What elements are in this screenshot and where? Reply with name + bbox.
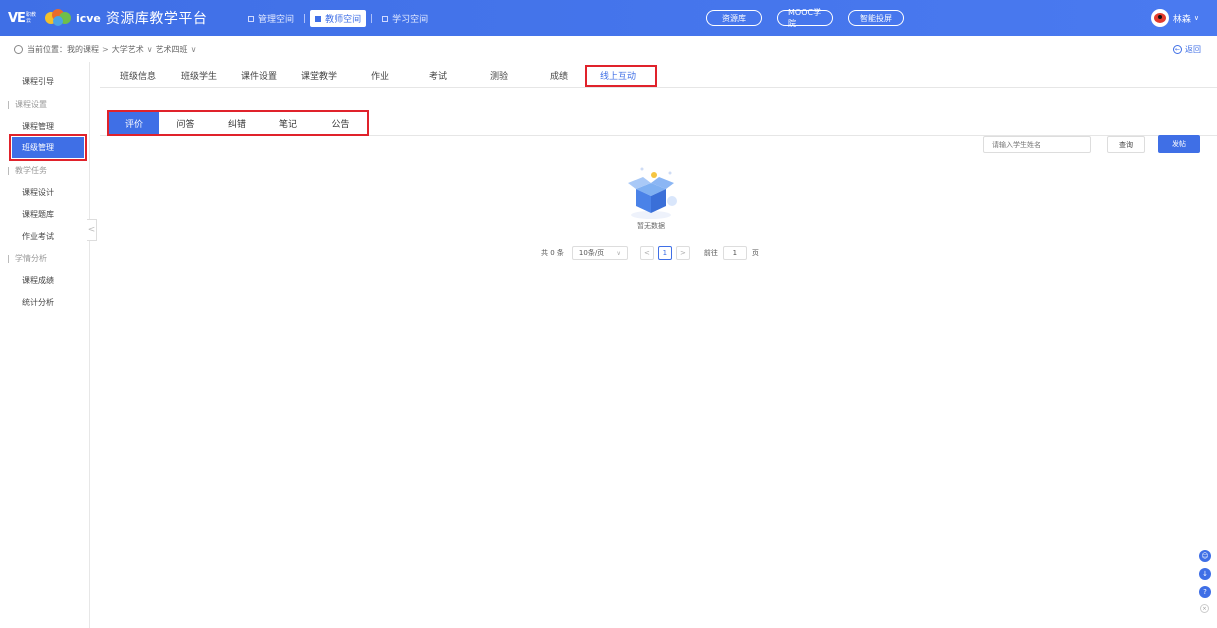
tab-grades[interactable]: 成绩 <box>550 69 568 82</box>
breadcrumb-prefix: 当前位置： <box>27 45 67 54</box>
cloud-download-icon[interactable]: ↓ <box>1199 568 1211 580</box>
space-switcher: 管理空间 | 教师空间 | 学习空间 <box>243 10 433 27</box>
tab-courseware-settings[interactable]: 课件设置 <box>241 69 277 82</box>
help-icon[interactable]: ? <box>1199 586 1211 598</box>
sidebar-item-question-bank[interactable]: 课程题库 <box>22 209 54 220</box>
manage-space-icon <box>248 15 254 22</box>
breadcrumb: 当前位置： 我的课程 > 大学艺术 ∨ 艺术四班 ∨ <box>14 44 199 55</box>
ve-logo-subtitle: 职教云 <box>25 12 36 24</box>
sidebar-item-course-manage[interactable]: 课程管理 <box>22 121 54 132</box>
space-study[interactable]: 学习空间 <box>377 10 433 27</box>
tab-exam[interactable]: 考试 <box>429 69 447 82</box>
sidebar-item-course-grades[interactable]: 课程成绩 <box>22 275 54 286</box>
goto-prefix: 前往 <box>703 249 718 257</box>
tab-class-students[interactable]: 班级学生 <box>181 69 217 82</box>
tab-class-info[interactable]: 班级信息 <box>120 69 156 82</box>
header-links: 资源库 MOOC学院 智能投屏 <box>706 8 919 28</box>
study-space-icon <box>382 15 389 22</box>
resource-library-button[interactable]: 资源库 <box>706 10 762 26</box>
sidebar-item-statistics[interactable]: 统计分析 <box>22 297 54 308</box>
user-name: 林森 <box>1172 14 1191 25</box>
sidebar-item-course-guide[interactable]: 课程引导 <box>22 76 54 87</box>
sidebar-group-teaching-tasks: 教学任务 <box>8 165 47 176</box>
breadcrumb-course[interactable]: 大学艺术 <box>112 44 144 55</box>
space-separator: | <box>370 13 374 24</box>
post-button[interactable]: 发帖 <box>1158 135 1200 153</box>
chevron-down-icon[interactable]: ∨ <box>191 45 197 54</box>
current-page-button[interactable]: 1 <box>657 246 672 260</box>
mooc-college-button[interactable]: MOOC学院 <box>777 8 833 28</box>
back-label: 返回 <box>1185 45 1201 54</box>
platform-logo[interactable]: VE 职教云 icve 资源库教学平台 <box>8 6 207 30</box>
top-navbar: VE 职教云 icve 资源库教学平台 管理空间 | 教师空间 | 学习空间 资… <box>0 0 1217 36</box>
app-title: 资源库教学平台 <box>105 11 208 27</box>
hands-logo-icon <box>44 9 71 26</box>
subtabs-highlight <box>107 110 369 136</box>
back-button[interactable]: ← 返回 <box>1173 44 1201 55</box>
sidebar-item-homework-exam[interactable]: 作业考试 <box>22 231 54 242</box>
sidebar-item-course-design[interactable]: 课程设计 <box>22 187 54 198</box>
chevron-right-icon: > <box>102 45 109 54</box>
user-menu[interactable]: 林森 ∨ <box>1150 9 1199 27</box>
icve-logo-text: icve <box>75 11 101 25</box>
empty-box-icon <box>628 167 677 219</box>
close-icon[interactable]: × <box>1200 604 1209 613</box>
sidebar-collapse-button[interactable]: < <box>87 219 97 241</box>
weibo-avatar-icon <box>1150 9 1169 27</box>
query-button[interactable]: 查询 <box>1107 136 1145 153</box>
chevron-down-icon: ∨ <box>616 249 621 257</box>
empty-state-text: 暂无数据 <box>637 222 665 230</box>
goto-suffix: 页 <box>751 249 759 257</box>
chevron-down-icon[interactable]: ∨ <box>147 45 153 54</box>
space-separator: | <box>303 13 307 24</box>
sidebar-group-course-settings: 课程设置 <box>8 99 47 110</box>
goto-page-input[interactable]: 1 <box>722 246 747 260</box>
page-size-value: 10条/页 <box>578 249 605 257</box>
space-teacher[interactable]: 教师空间 <box>310 10 367 27</box>
teacher-space-icon <box>315 15 322 22</box>
student-search-input[interactable] <box>983 136 1091 153</box>
sidebar-group-learning-analysis: 学情分析 <box>8 253 47 264</box>
chevron-down-icon: ∨ <box>1193 14 1199 22</box>
ve-logo-text: VE <box>8 10 26 26</box>
next-page-button[interactable]: > <box>675 246 690 260</box>
breadcrumb-class[interactable]: 艺术四班 <box>156 44 188 55</box>
breadcrumb-my-courses[interactable]: 我的课程 <box>67 44 99 55</box>
sidebar-item-class-manage[interactable]: 班级管理 <box>9 134 87 161</box>
customer-service-icon[interactable]: ☺ <box>1199 550 1211 562</box>
tab-classroom-teaching[interactable]: 课堂教学 <box>301 69 337 82</box>
location-icon <box>14 45 23 54</box>
total-count: 共 0 条 <box>541 249 564 257</box>
tab-quiz[interactable]: 测验 <box>490 69 508 82</box>
prev-page-button[interactable]: < <box>639 246 654 260</box>
tab-homework[interactable]: 作业 <box>371 69 389 82</box>
smart-screen-button[interactable]: 智能投屏 <box>848 10 904 26</box>
page-size-select[interactable]: 10条/页 ∨ <box>571 246 628 260</box>
pagination: 共 0 条 10条/页 ∨ < 1 > 前往 1 页 <box>541 246 759 260</box>
class-tabs: 班级信息 班级学生 课件设置 课堂教学 作业 考试 测验 成绩 线上互动 <box>100 62 1217 88</box>
active-tab-highlight <box>585 65 657 87</box>
space-manage[interactable]: 管理空间 <box>243 10 299 27</box>
back-arrow-icon: ← <box>1173 45 1182 54</box>
floating-toolbar: ☺ ↓ ? × <box>1195 546 1215 624</box>
